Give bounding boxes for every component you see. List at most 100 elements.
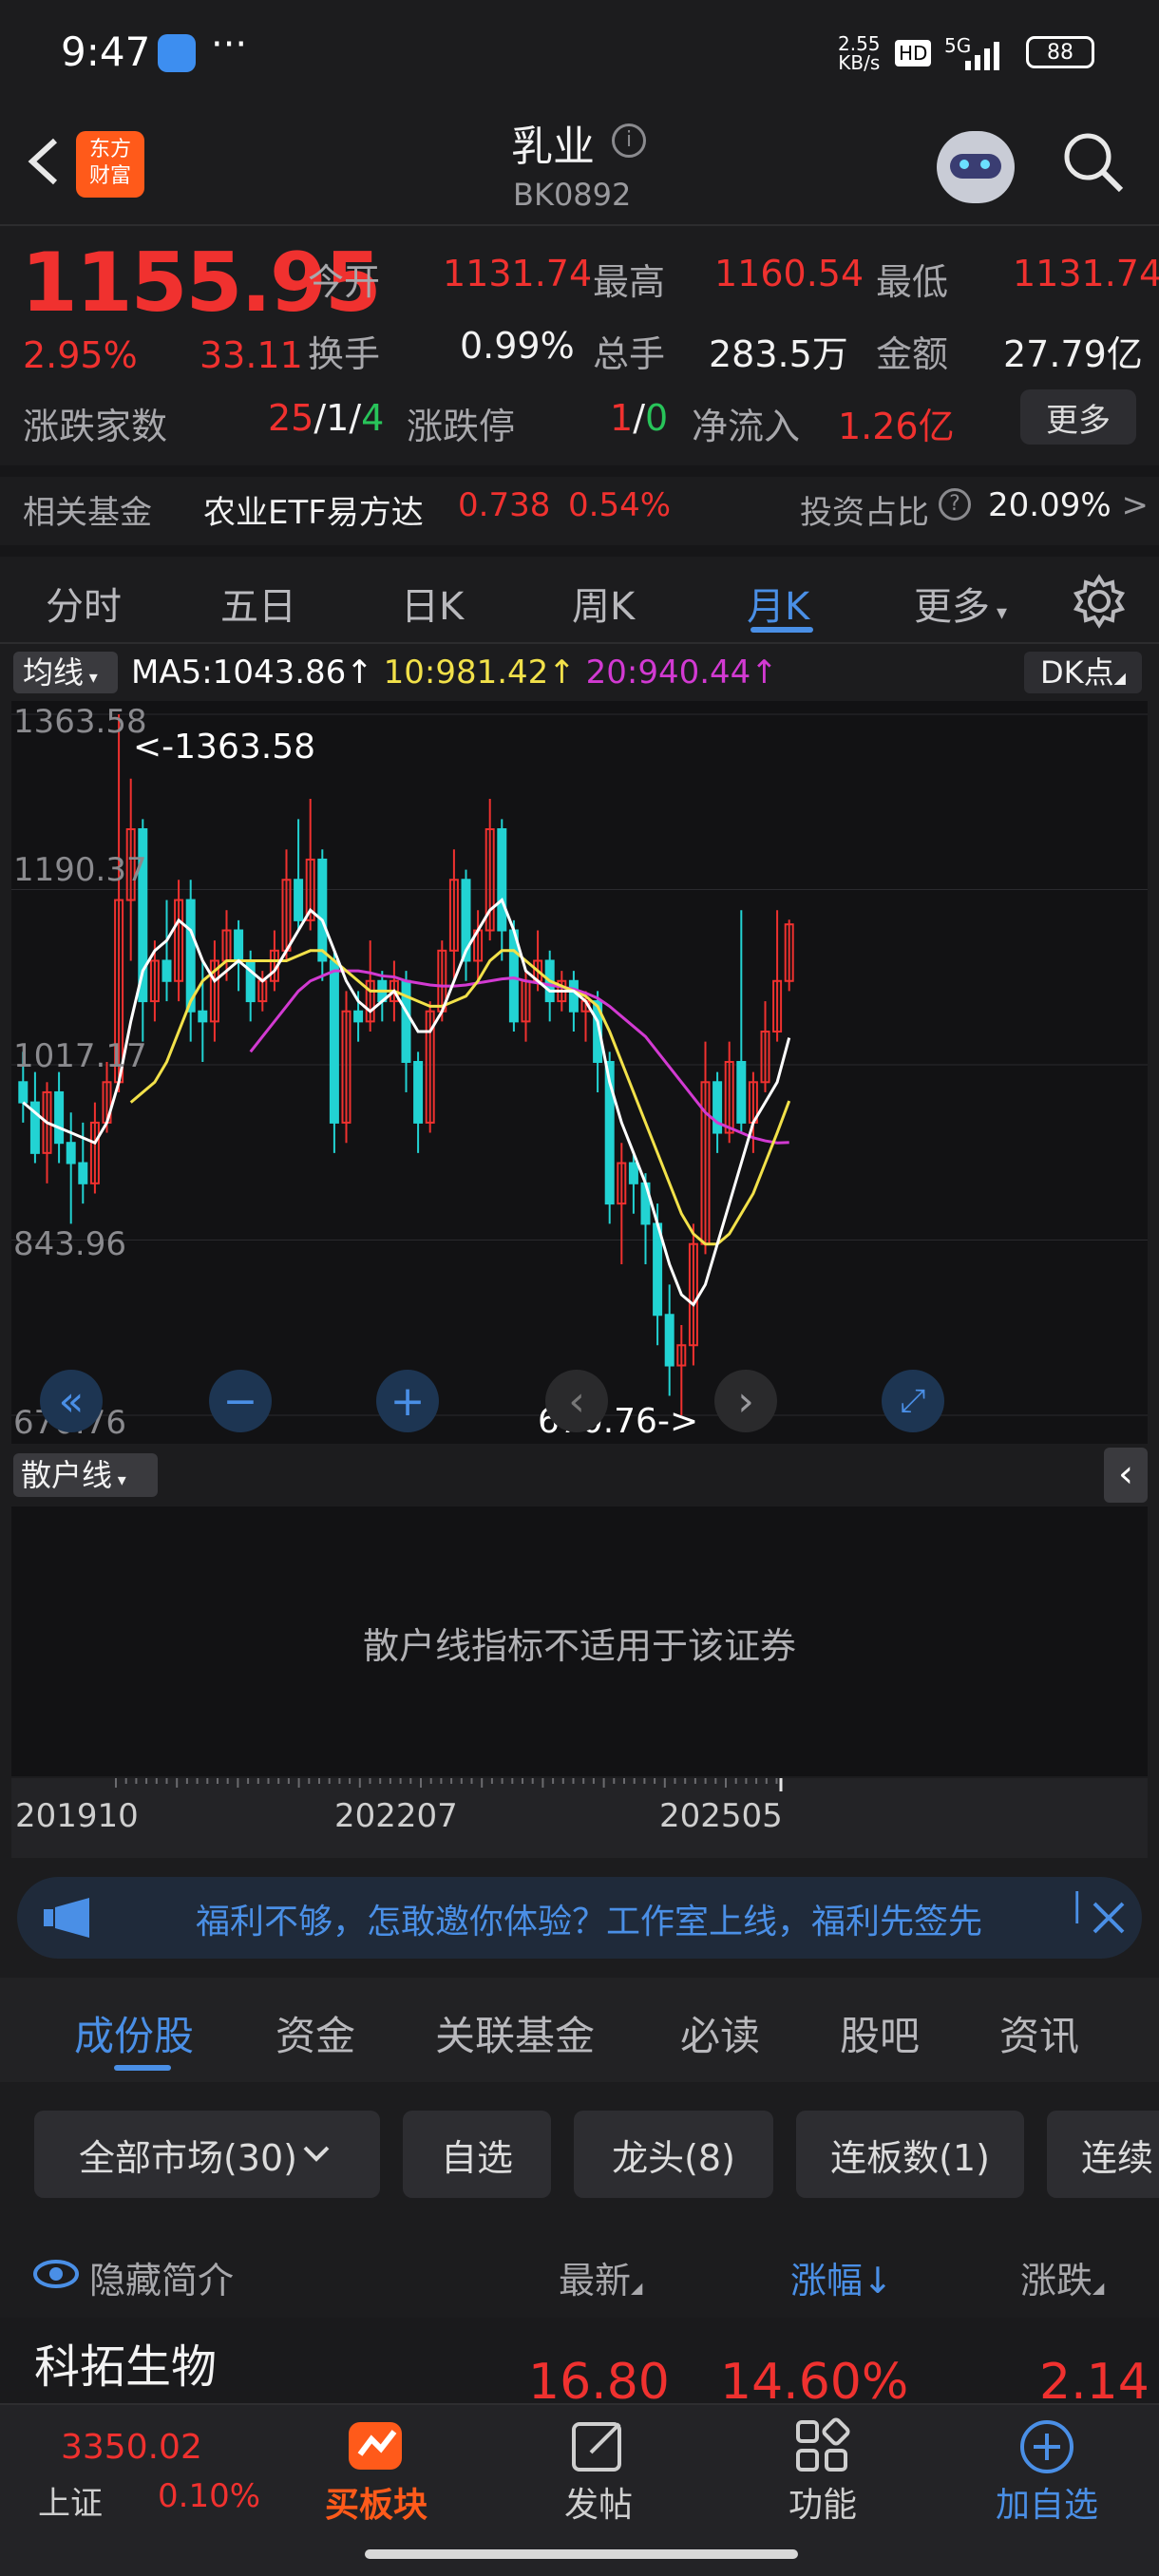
candle — [772, 910, 783, 1042]
timeline-mid: 202207 — [334, 1797, 458, 1835]
ma5-value: MA5:1043.86 — [131, 653, 347, 691]
speed-value: 2.55 — [838, 32, 881, 55]
investment-ratio-value[interactable]: 20.09% > — [988, 486, 1149, 524]
filter-consecutive-limit[interactable]: 连板数(1) — [796, 2111, 1024, 2198]
inflow-value: 1.26亿 — [838, 406, 955, 447]
zoom-in-icon[interactable]: + — [376, 1370, 439, 1432]
filter-continuous[interactable]: 连续 — [1047, 2111, 1159, 2198]
more-button[interactable]: 更多 — [1020, 389, 1136, 445]
robot-assistant-icon[interactable] — [937, 131, 1015, 203]
up-arrow-icon: ↑ — [750, 653, 778, 691]
zoom-out-icon[interactable]: − — [209, 1370, 272, 1432]
tab-five-day[interactable]: 五日 — [220, 576, 296, 631]
market-filter-dropdown[interactable]: 全部市场(30) — [34, 2111, 380, 2198]
tab-constituents[interactable]: 成份股 — [74, 2004, 194, 2062]
active-tab-indicator — [114, 2065, 171, 2071]
divider — [0, 642, 1159, 644]
slash: / — [349, 397, 362, 439]
tab-related-funds[interactable]: 关联基金 — [435, 2004, 595, 2062]
nav-functions[interactable]: 功能 — [749, 2416, 897, 2527]
tab-weekly-k[interactable]: 周K — [572, 576, 635, 631]
index-value[interactable]: 3350.02 — [61, 2428, 202, 2467]
fund-name[interactable]: 农业ETF易方达 — [203, 486, 424, 533]
candle — [198, 960, 208, 1062]
candle — [617, 1143, 627, 1265]
slash: / — [633, 397, 645, 439]
sub-indicator-dropdown[interactable]: 散户线 ▾ — [13, 1453, 158, 1497]
timeline-scrubber[interactable] — [11, 1778, 1148, 1858]
filter-leaders[interactable]: 龙头(8) — [574, 2111, 773, 2198]
index-name[interactable]: 上证 — [38, 2477, 103, 2524]
tab-must-read[interactable]: 必读 — [680, 2004, 760, 2062]
hide-summary-toggle[interactable]: 隐藏简介 — [89, 2251, 234, 2303]
column-percent-label: 涨幅 — [790, 2260, 864, 2301]
fullscreen-icon[interactable]: ⤢ — [882, 1370, 944, 1432]
candlestick-chart-area[interactable] — [11, 701, 1148, 1444]
filter-watchlist[interactable]: 自选 — [403, 2111, 551, 2198]
chevron-right-icon: > — [1121, 486, 1149, 524]
promo-banner[interactable]: 福利不够，怎敢邀你体验？工作室上线，福利先签先 | — [17, 1877, 1142, 1959]
candle — [473, 910, 484, 981]
candle — [736, 910, 747, 1133]
help-icon[interactable]: ? — [939, 488, 971, 521]
dk-point-button[interactable]: DK点◢ — [1024, 652, 1142, 693]
tab-intraday[interactable]: 分时 — [46, 576, 122, 631]
limit-down-count: 0 — [645, 397, 669, 439]
candle — [29, 1071, 40, 1164]
ma10-line — [129, 949, 791, 1246]
search-icon[interactable] — [1060, 129, 1127, 196]
candle — [688, 1223, 698, 1366]
column-change-label: 涨跌 — [1020, 2260, 1093, 2301]
volume-label: 总手 — [593, 333, 666, 375]
up-arrow-icon: ↑ — [548, 653, 576, 691]
tab-monthly-k[interactable]: 月K — [747, 576, 809, 631]
turnover-label: 换手 — [308, 333, 381, 375]
ma-selector-dropdown[interactable]: 均线 ▾ — [13, 652, 118, 693]
active-tab-indicator — [750, 627, 813, 633]
candle — [568, 971, 579, 1032]
tab-more[interactable]: 更多 ▾ — [914, 576, 1007, 631]
ma-legend: MA5:1043.86↑ 10:981.42↑ 20:940.44↑ — [131, 652, 778, 693]
candle — [497, 819, 507, 961]
tab-funds-flow[interactable]: 资金 — [276, 2004, 355, 2062]
column-change[interactable]: 涨跌◢ — [1020, 2251, 1104, 2303]
hd-icon: HD — [895, 40, 932, 66]
nav-add-watchlist-label: 加自选 — [995, 2486, 1098, 2525]
candlestick-chart — [11, 713, 1148, 1416]
volume-value: 283.5万 — [709, 333, 848, 375]
nav-post[interactable]: 发帖 — [524, 2416, 673, 2527]
timeline-start: 201910 — [15, 1797, 139, 1835]
back-chevron-left-icon[interactable] — [19, 133, 66, 190]
tab-forum[interactable]: 股吧 — [840, 2004, 920, 2062]
info-icon[interactable]: i — [612, 123, 646, 158]
close-icon[interactable] — [1087, 1896, 1130, 1940]
nav-add-watchlist[interactable]: 加自选 — [973, 2416, 1121, 2527]
period-tabs: 分时 五日 日K 周K 月K 更多 ▾ — [0, 559, 1159, 642]
column-percent[interactable]: 涨幅↓ — [790, 2251, 893, 2303]
tab-more-label: 更多 — [914, 585, 990, 629]
inflow-label: 净流入 — [692, 406, 801, 447]
logo-line-1: 东方 — [88, 138, 131, 161]
candle — [42, 1082, 52, 1184]
tab-daily-k[interactable]: 日K — [401, 576, 464, 631]
home-indicator — [365, 2549, 798, 2559]
step-right-icon[interactable]: › — [714, 1370, 777, 1432]
candle — [365, 940, 375, 1032]
ma-selector-label: 均线 — [23, 654, 85, 691]
step-left-icon[interactable]: ‹ — [545, 1370, 608, 1432]
collapse-panel-icon[interactable]: ‹ — [1104, 1448, 1148, 1503]
settings-gear-icon[interactable] — [1072, 574, 1127, 629]
scroll-left-fast-icon[interactable]: « — [40, 1370, 103, 1432]
eye-icon[interactable] — [32, 2257, 80, 2291]
index-percent[interactable]: 0.10% — [158, 2477, 260, 2515]
column-latest[interactable]: 最新◢ — [559, 2251, 642, 2303]
candle — [185, 880, 196, 1042]
more-notifications-icon: ··· — [211, 23, 248, 66]
nav-buy-sector[interactable]: 买板块 — [302, 2416, 450, 2527]
timeline-end: 202505 — [659, 1797, 783, 1835]
candle — [54, 1071, 65, 1164]
dropdown-triangle-icon: ▾ — [112, 1470, 126, 1490]
edit-post-icon — [572, 2422, 621, 2472]
open-value: 1131.74 — [443, 253, 593, 294]
tab-news[interactable]: 资讯 — [999, 2004, 1079, 2062]
